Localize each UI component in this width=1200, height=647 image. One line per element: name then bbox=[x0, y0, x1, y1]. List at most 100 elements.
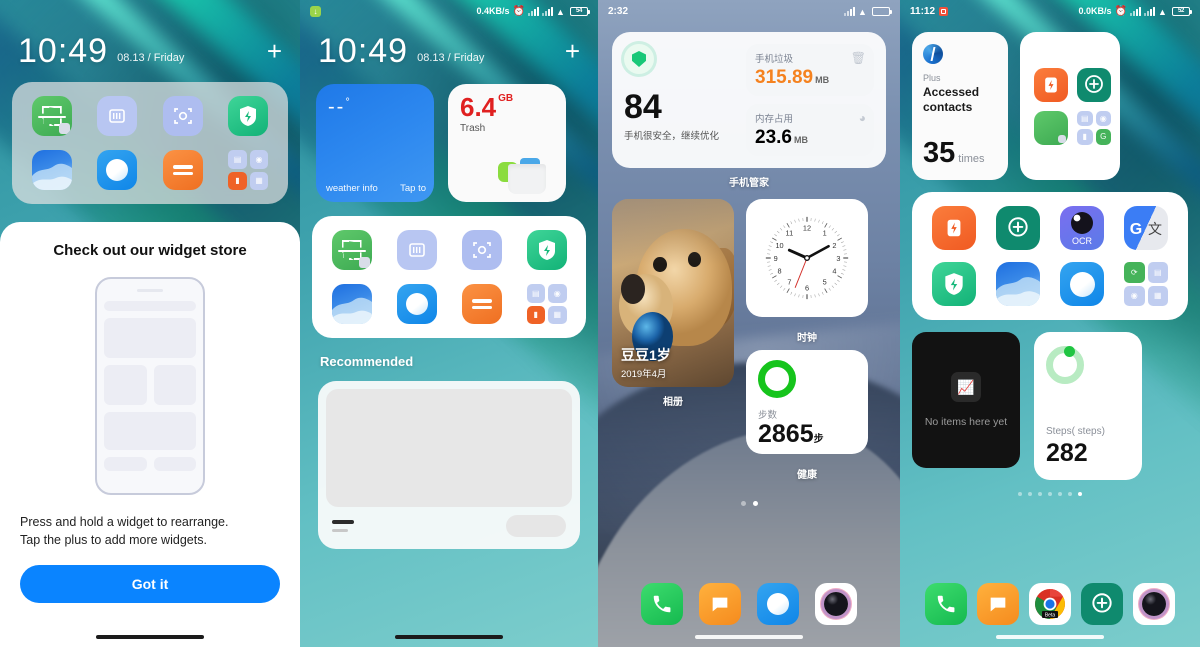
browser-icon[interactable] bbox=[97, 150, 138, 190]
battery-icon bbox=[872, 6, 892, 16]
svg-text:OCR: OCR bbox=[1072, 236, 1093, 246]
scan-code-icon[interactable] bbox=[31, 96, 72, 136]
clock-time: 10:49 bbox=[318, 32, 409, 70]
scan-code-icon[interactable] bbox=[1034, 110, 1068, 145]
phone-illustration bbox=[95, 277, 205, 495]
browser-icon[interactable] bbox=[757, 583, 799, 625]
chat-plus-icon[interactable] bbox=[996, 206, 1040, 250]
scan-code-icon[interactable] bbox=[331, 230, 372, 270]
recommended-action-pill[interactable] bbox=[506, 515, 566, 537]
trash-widget[interactable]: 6.4 GB Trash bbox=[448, 84, 566, 202]
app-card: OCR G文 ⟳ ▤ ◉ ▦ bbox=[912, 192, 1188, 320]
steps-value: 282 bbox=[1046, 439, 1088, 467]
svg-text:Beta: Beta bbox=[1045, 613, 1056, 619]
weather-temp: -- bbox=[328, 96, 346, 118]
google-translate-icon[interactable]: G文 bbox=[1124, 206, 1168, 250]
status-time: 11:12 bbox=[910, 5, 936, 17]
trash-value: 6.4 bbox=[460, 92, 497, 122]
battery-icon: 52 bbox=[1172, 6, 1192, 16]
weather-icon[interactable] bbox=[331, 284, 372, 324]
health-widget-label: 健康 bbox=[797, 470, 817, 481]
lock-clock-header: 10:49 08.13 / Friday + bbox=[0, 22, 300, 68]
dock bbox=[598, 583, 900, 625]
add-widget-button[interactable]: + bbox=[565, 38, 580, 64]
widget-stack-icon[interactable]: ▤ ◉ ▮ ▦ bbox=[228, 150, 269, 190]
svg-text:2: 2 bbox=[832, 241, 836, 250]
camera-icon[interactable] bbox=[815, 583, 857, 625]
photo-album-widget[interactable]: 豆豆1岁 2019年4月 bbox=[612, 199, 734, 387]
junk-tile[interactable]: 🗑 手机垃圾 315.89 MB bbox=[746, 44, 874, 96]
security-shield-icon[interactable] bbox=[526, 230, 567, 270]
dock: Beta bbox=[900, 583, 1200, 625]
download-icon bbox=[310, 5, 321, 17]
battery-icon: 54 bbox=[570, 6, 590, 16]
status-bar: 11:12 0.0KB/s ⏰ 52 bbox=[900, 0, 1200, 22]
weather-icon[interactable] bbox=[31, 150, 72, 190]
widgets-row: --° weather info Tap to 6.4 GB Trash bbox=[300, 84, 598, 202]
recommended-card[interactable] bbox=[318, 381, 580, 549]
messages-icon[interactable] bbox=[977, 583, 1019, 625]
recommended-placeholder bbox=[326, 389, 572, 507]
add-widget-button[interactable]: + bbox=[267, 38, 282, 64]
contacts-brand: Plus bbox=[923, 73, 941, 83]
svg-text:11: 11 bbox=[786, 228, 794, 237]
mini-stack-icon[interactable]: ▤ ◉ ▮ G bbox=[1077, 110, 1111, 145]
manager-score: 84 bbox=[624, 88, 662, 126]
barcode-icon[interactable] bbox=[396, 230, 437, 270]
widget-stack-icon[interactable]: ▤ ◉ ▮ ▦ bbox=[526, 284, 567, 324]
weather-action: Tap to bbox=[400, 183, 426, 194]
alarm-icon: ⏰ bbox=[512, 5, 525, 17]
analog-clock-widget[interactable]: 12 1 2 345 678 9 10 11 bbox=[746, 199, 868, 317]
battery-chip-icon[interactable] bbox=[1034, 67, 1068, 102]
app-stack-widget[interactable]: ▤ ◉ ▮ G bbox=[1020, 32, 1120, 180]
svg-text:8: 8 bbox=[778, 267, 782, 276]
clock-date: 08.13 / Friday bbox=[117, 52, 185, 64]
browser-icon[interactable] bbox=[396, 284, 437, 324]
memory-value: 23.6 bbox=[755, 127, 792, 148]
weather-widget[interactable]: --° weather info Tap to bbox=[316, 84, 434, 202]
steps-widget[interactable]: 步数 2865步 bbox=[746, 350, 868, 454]
page-indicator[interactable] bbox=[598, 501, 900, 506]
photo-scan-icon[interactable] bbox=[162, 96, 203, 136]
barcode-icon[interactable] bbox=[97, 96, 138, 136]
empty-widget[interactable]: 📈 No items here yet bbox=[912, 332, 1020, 468]
calculator-icon[interactable] bbox=[162, 150, 203, 190]
widget-stack-icon[interactable]: ⟳ ▤ ◉ ▦ bbox=[1124, 262, 1168, 306]
contacts-unit: times bbox=[958, 153, 985, 165]
chat-plus-icon[interactable] bbox=[1081, 583, 1123, 625]
panel-home-screen-cn: 2:32 84 手机很安全，继续优化 🗑 手机垃圾 315.89MB bbox=[598, 0, 900, 647]
chrome-beta-icon[interactable]: Beta bbox=[1029, 583, 1071, 625]
contacts-count: 35 bbox=[923, 137, 956, 169]
trash-label: Trash bbox=[460, 123, 486, 134]
got-it-button[interactable]: Got it bbox=[20, 565, 280, 604]
clock-face-icon: 1212 345 678 91011 bbox=[763, 214, 851, 302]
accessed-contacts-widget[interactable]: Plus Accessed contacts 35 times bbox=[912, 32, 1008, 180]
phone-manager-widget[interactable]: 84 手机很安全，继续优化 🗑 手机垃圾 315.89 MB ◕ 内存占用 23.… bbox=[612, 32, 886, 168]
memory-tile[interactable]: ◕ 内存占用 23.6 MB bbox=[746, 104, 874, 156]
memory-unit: MB bbox=[793, 135, 808, 145]
browser-icon[interactable] bbox=[1060, 262, 1104, 306]
signal-2-icon bbox=[542, 6, 553, 16]
security-shield-icon[interactable] bbox=[932, 262, 976, 306]
status-time: 2:32 bbox=[608, 5, 629, 17]
weather-icon[interactable] bbox=[996, 262, 1040, 306]
messages-icon[interactable] bbox=[699, 583, 741, 625]
photo-scan-icon[interactable] bbox=[461, 230, 502, 270]
phone-icon[interactable] bbox=[925, 583, 967, 625]
home-indicator bbox=[395, 635, 503, 639]
page-indicator[interactable] bbox=[900, 492, 1200, 496]
battery-chip-icon[interactable] bbox=[932, 206, 976, 250]
steps-label: 步数 bbox=[758, 410, 778, 421]
junk-title: 手机垃圾 bbox=[755, 54, 794, 65]
camera-icon[interactable] bbox=[1133, 583, 1175, 625]
clock-time: 10:49 bbox=[18, 32, 109, 70]
steps-widget[interactable]: Steps( steps) 282 bbox=[1034, 332, 1142, 480]
widget-icon-card: ▤ ◉ ▮ ▦ bbox=[12, 82, 288, 204]
calculator-icon[interactable] bbox=[461, 284, 502, 324]
contacts-title-line1: Accessed bbox=[923, 85, 980, 99]
ocr-camera-icon[interactable]: OCR bbox=[1060, 206, 1104, 250]
phone-icon[interactable] bbox=[641, 583, 683, 625]
security-shield-icon[interactable] bbox=[228, 96, 269, 136]
home-indicator bbox=[96, 635, 204, 639]
chat-plus-icon[interactable] bbox=[1077, 67, 1111, 102]
